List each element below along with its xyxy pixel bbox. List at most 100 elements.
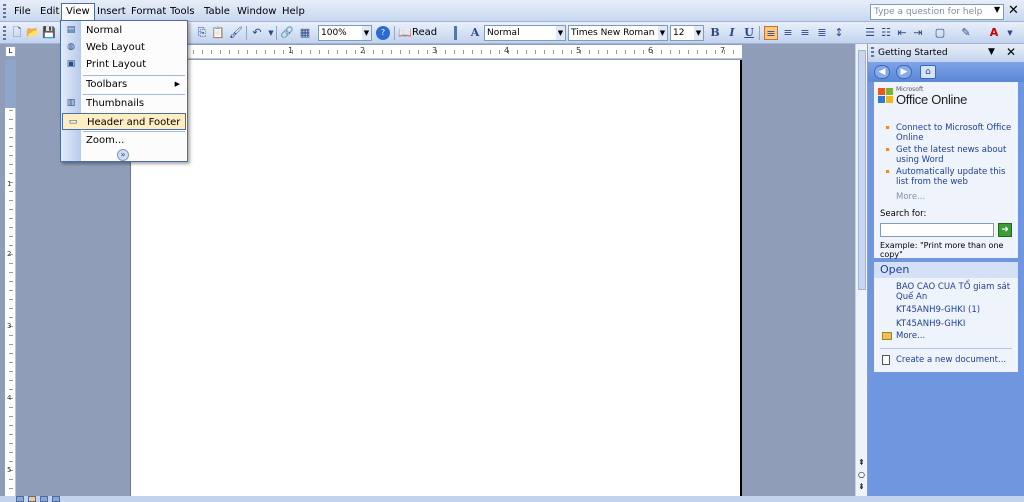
create-new-document-link[interactable]: Create a new document... [896,355,1016,365]
menu-item-zoom[interactable]: Zoom... [61,132,187,149]
print-layout-icon: ▣ [66,59,76,69]
styles-icon[interactable]: A [468,26,482,40]
open-more-link[interactable]: More... [896,331,1016,341]
menu-item-web-layout[interactable]: ◍ Web Layout [61,39,187,56]
open-folder-icon[interactable]: 📂 [26,26,40,40]
forward-icon[interactable]: ▶ [896,65,912,79]
font-combo[interactable]: Times New Roman ▼ [568,25,668,41]
normal-view-button-icon[interactable] [16,496,24,502]
vertical-ruler-top-margin [5,60,16,108]
vertical-scrollbar[interactable]: ⇞ ○ ⇟ [855,44,867,496]
close-document-icon[interactable]: ✕ [1008,3,1019,18]
font-dropdown-icon[interactable]: ▼ [658,26,667,40]
font-size-dropdown-icon[interactable]: ▼ [694,26,703,40]
scrollbar-thumb[interactable] [858,50,866,290]
font-color-icon[interactable]: A [987,26,1001,40]
line-spacing-icon[interactable]: ↕ [832,26,846,40]
highlight-icon[interactable]: ✎ [959,26,973,40]
bold-button[interactable]: B [708,26,722,40]
help-dropdown-icon[interactable]: ▼ [994,5,1000,14]
paste-icon[interactable]: 📋 [211,26,225,40]
borders-icon[interactable]: ▢ [933,26,947,40]
home-icon[interactable]: ⌂ [920,65,936,79]
menu-help[interactable]: Help [278,4,309,20]
print-layout-button-icon[interactable] [28,496,36,502]
search-go-icon[interactable]: ➜ [998,223,1012,237]
task-pane-close-icon[interactable]: ✕ [1006,45,1016,59]
menu-insert[interactable]: Insert [93,4,130,20]
hyperlink-icon[interactable]: 🔗 [280,26,294,40]
read-button[interactable]: Read [412,27,437,38]
recent-doc-link[interactable]: KT45ANH9-GHKI [896,319,1016,329]
decrease-indent-icon[interactable]: ⇤ [895,26,909,40]
menu-table[interactable]: Table [200,4,234,20]
vertical-ruler[interactable]: 1 2 3 4 5 [5,60,16,496]
view-menu-dropdown: ▤ Normal ◍ Web Layout ▣ Print Layout Too… [60,20,188,162]
help-search-input[interactable]: Type a question for help [870,4,1004,20]
zoom-combo[interactable]: 100% ▼ [318,25,372,41]
search-for-label: Search for: [880,209,927,219]
underline-button[interactable]: U [742,26,756,40]
outline-view-button-icon[interactable] [40,496,48,502]
link-latest-news[interactable]: Get the latest news about using Word [896,145,1014,165]
submenu-arrow-icon: ▶ [174,80,180,88]
next-page-icon[interactable]: ⇟ [858,482,865,491]
menu-file[interactable]: File [10,4,35,20]
help-icon[interactable]: ? [376,26,390,40]
back-icon[interactable]: ◀ [874,65,890,79]
office-logo-icon [878,88,894,104]
justify-icon[interactable]: ≣ [815,26,829,40]
menu-item-thumbnails[interactable]: ▥ Thumbnails [61,95,187,112]
menu-item-label: Web Layout [86,42,145,53]
search-input[interactable] [880,223,994,237]
recent-doc-link[interactable]: KT45ANH9-GHKI (1) [896,305,1016,315]
increase-indent-icon[interactable]: ⇥ [911,26,925,40]
reading-view-button-icon[interactable] [52,496,60,502]
read-mode-icon[interactable]: 📖 [398,26,412,40]
task-pane-dropdown-icon[interactable]: ▼ [988,47,995,57]
menu-item-label: Normal [86,25,123,36]
browse-object-icon[interactable]: ○ [858,470,865,479]
style-combo[interactable]: Normal ▼ [484,25,566,41]
new-document-icon[interactable]: 🗋 [10,26,24,40]
align-center-icon[interactable]: ≡ [781,26,795,40]
align-left-icon[interactable]: ≡ [764,26,778,40]
menu-item-normal[interactable]: ▤ Normal [61,22,187,39]
table-icon[interactable]: ▦ [298,26,312,40]
open-section-header: Open [874,262,1018,278]
align-right-icon[interactable]: ≡ [798,26,812,40]
menu-item-header-and-footer[interactable]: ▭ Header and Footer [62,113,186,130]
link-auto-update[interactable]: Automatically update this list from the … [896,167,1014,187]
toolbar-options-icon[interactable]: ▼ [1003,26,1017,40]
bullets-icon[interactable]: ☷ [879,26,893,40]
document-page[interactable] [130,60,742,496]
task-pane-grip[interactable] [871,47,874,59]
toolbar-separator [246,26,247,40]
numbering-icon[interactable]: ☰ [863,26,877,40]
menu-item-toolbars[interactable]: Toolbars ▶ [61,76,187,93]
link-connect-office-online[interactable]: Connect to Microsoft Office Online [896,123,1014,143]
zoom-dropdown-icon[interactable]: ▼ [362,26,371,40]
previous-page-icon[interactable]: ⇞ [858,458,865,467]
italic-button[interactable]: I [725,26,739,40]
menu-tools[interactable]: Tools [166,4,199,20]
more-link[interactable]: More... [896,192,925,202]
toolbar-grip[interactable] [3,26,6,40]
recent-doc-link[interactable]: BAO CAO CUA TỔ giam sát Quế An [896,282,1016,302]
horizontal-ruler[interactable]: 1 2 3 4 5 6 7 [130,45,742,59]
menu-view[interactable]: View [61,3,95,21]
expand-menu-chevron-icon[interactable]: » [117,149,129,161]
style-dropdown-icon[interactable]: ▼ [556,26,565,40]
copy-icon[interactable]: ⎘ [195,26,209,40]
toolbar-grip-2[interactable] [454,26,457,40]
menu-format[interactable]: Format [127,4,170,20]
font-size-combo[interactable]: 12 ▼ [670,25,704,41]
menu-item-print-layout[interactable]: ▣ Print Layout [61,56,187,73]
format-painter-icon[interactable]: 🖌 [229,26,243,40]
menu-edit[interactable]: Edit [36,4,63,20]
menubar-grip[interactable] [3,4,6,18]
undo-icon[interactable]: ↶ [250,26,264,40]
save-icon[interactable]: 💾 [42,26,56,40]
menu-window[interactable]: Window [233,4,280,20]
tab-selector-icon[interactable]: L [5,46,16,57]
